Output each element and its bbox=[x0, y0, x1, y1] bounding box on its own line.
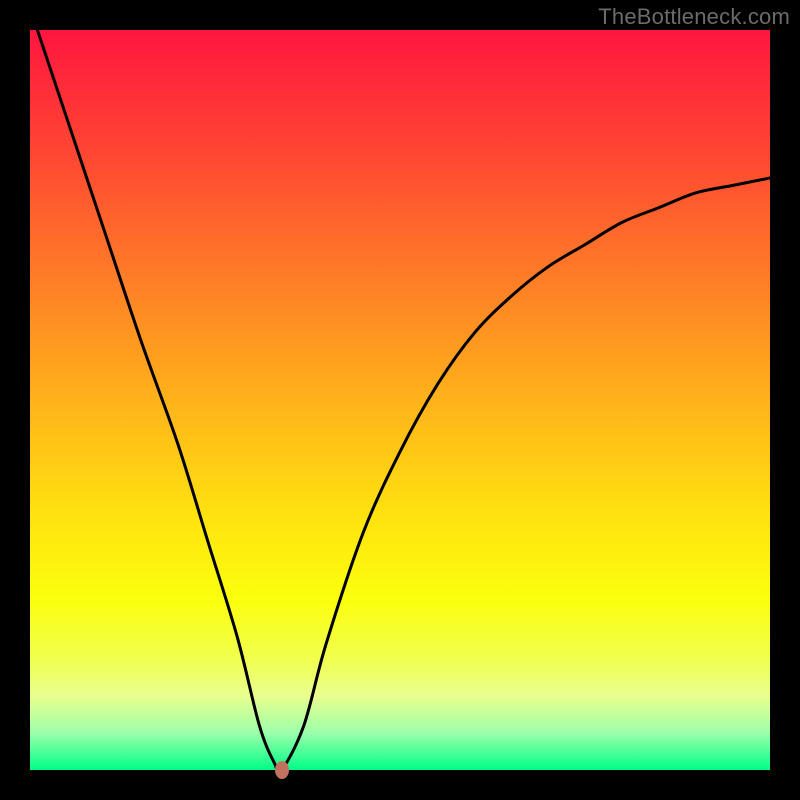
watermark-text: TheBottleneck.com bbox=[598, 4, 790, 30]
bottleneck-curve bbox=[30, 30, 770, 770]
plot-area bbox=[30, 30, 770, 770]
minimum-marker-icon bbox=[275, 761, 289, 779]
chart-frame: TheBottleneck.com bbox=[0, 0, 800, 800]
